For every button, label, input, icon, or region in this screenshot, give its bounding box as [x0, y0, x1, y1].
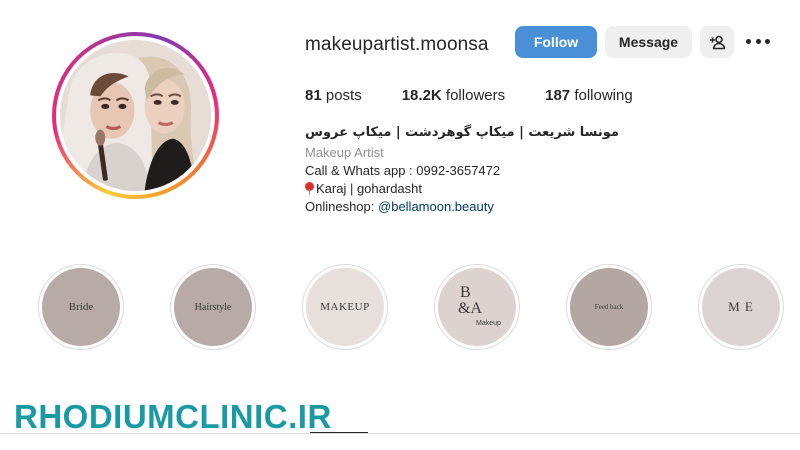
profile-full-name: مونسا شریعت | میکاپ گوهردشت | میکاپ عروس [305, 125, 619, 140]
profile-bio: مونسا شریعت | میکاپ گوهردشت | میکاپ عروس… [305, 124, 619, 216]
more-dot [746, 38, 751, 44]
avatar-photo [60, 40, 211, 191]
highlight-bride[interactable]: Bride [38, 264, 124, 350]
highlight-hairstyle[interactable]: Hairstyle [170, 264, 256, 350]
highlight-cover: MAKEUP [306, 268, 384, 346]
more-dot [755, 38, 761, 44]
bio-contact: Call & Whats app : 0992-3657472 [305, 163, 501, 178]
more-dot [765, 38, 770, 44]
bio-location: Karaj | gohardasht [316, 181, 422, 196]
section-divider [0, 433, 800, 434]
more-options-icon[interactable] [746, 31, 770, 51]
highlight-label: Bride [68, 301, 94, 313]
suggested-users-button[interactable] [700, 26, 734, 58]
highlight-label: Hairstyle [194, 301, 232, 313]
posts-label: posts [325, 87, 362, 104]
posts-stat: 81 posts [305, 87, 362, 104]
following-count: 187 [545, 87, 571, 104]
highlight-label: MAKEUP [320, 301, 370, 313]
followers-count: 18.2K [401, 87, 442, 104]
posts-count: 81 [305, 87, 322, 104]
profile-stats: 81 posts 18.2K followers 187 following [305, 87, 673, 104]
highlight-makeup[interactable]: MAKEUP [302, 264, 388, 350]
followers-label: followers [445, 87, 506, 104]
highlight-letter-a: &A [458, 300, 482, 317]
highlight-feedback[interactable]: Feed back [566, 264, 652, 350]
highlight-sub-label: Makeup [476, 320, 501, 327]
highlight-cover: Bride [42, 268, 120, 346]
highlight-cover: Hairstyle [174, 268, 252, 346]
story-highlights: Bride Hairstyle MAKEUP B &A Makeup Feed … [38, 264, 784, 350]
highlight-before-after[interactable]: B &A Makeup [434, 264, 520, 350]
highlight-cover: Feed back [570, 268, 648, 346]
highlight-me[interactable]: M E [698, 264, 784, 350]
bio-shop-line: Onlineshop: @bellamoon.beauty [305, 198, 619, 216]
profile-category: Makeup Artist [305, 145, 384, 160]
followers-stat[interactable]: 18.2K followers [402, 87, 505, 104]
profile-username: makeupartist.moonsa [305, 34, 489, 55]
bio-location-line: Karaj | gohardasht [305, 180, 619, 198]
add-user-icon [710, 35, 725, 50]
highlight-cover: B &A Makeup [438, 268, 516, 346]
highlight-label: Feed back [594, 303, 624, 311]
watermark-text: RHODIUMCLINIC.IR [14, 398, 332, 435]
bio-shop-link[interactable]: @bellamoon.beauty [378, 199, 494, 214]
message-button[interactable]: Message [605, 26, 692, 58]
profile-avatar[interactable] [52, 32, 219, 199]
bio-shop-label: Onlineshop: [305, 199, 375, 214]
following-stat[interactable]: 187 following [545, 87, 633, 104]
following-label: following [574, 87, 633, 104]
follow-button[interactable]: Follow [515, 26, 597, 58]
avatar-illustration [60, 40, 211, 191]
highlight-cover: M E [702, 268, 780, 346]
map-pin-icon [305, 182, 314, 195]
highlight-label: M E [728, 299, 754, 314]
avatar-gap [56, 36, 215, 195]
